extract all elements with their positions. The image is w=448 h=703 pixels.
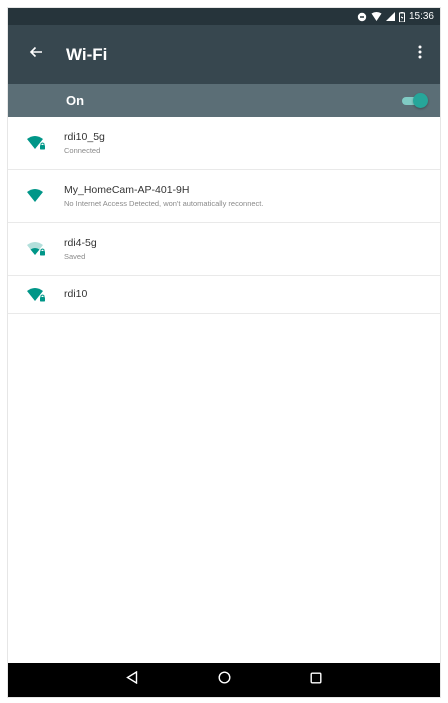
- network-name: My_HomeCam-AP-401-9H: [64, 183, 190, 196]
- network-name: rdi10: [64, 288, 88, 300]
- network-item[interactable]: rdi10: [8, 276, 440, 314]
- network-list: rdi10_5g Connected My_HomeCam-AP-401-9H …: [8, 117, 440, 314]
- wifi-full-icon: [8, 188, 64, 204]
- sync-icon: [357, 12, 367, 22]
- back-button[interactable]: [8, 25, 64, 84]
- status-bar: 15:36: [8, 8, 440, 25]
- network-status: Connected: [64, 145, 101, 155]
- network-status: Saved: [64, 251, 86, 261]
- wifi-signal-icon: [371, 11, 382, 22]
- network-item[interactable]: My_HomeCam-AP-401-9H No Internet Access …: [8, 170, 440, 223]
- network-item[interactable]: rdi10_5g Connected: [8, 117, 440, 170]
- nav-back-button[interactable]: [86, 663, 178, 697]
- wifi-master-switch-bar[interactable]: On: [8, 84, 440, 117]
- cell-signal-icon: [385, 11, 395, 22]
- network-name: rdi4-5g: [64, 236, 97, 249]
- nav-home-button[interactable]: [178, 663, 270, 697]
- app-bar: Wi-Fi: [8, 25, 440, 84]
- arrow-back-icon: [29, 45, 43, 64]
- wifi-weak-lock-icon: [8, 241, 64, 257]
- back-triangle-icon: [126, 670, 138, 689]
- battery-icon: [398, 11, 405, 22]
- network-name: rdi10_5g: [64, 130, 105, 143]
- toggle-thumb: [413, 93, 428, 108]
- navigation-bar: [8, 663, 440, 697]
- more-vert-icon: [418, 45, 422, 64]
- switch-label: On: [66, 93, 85, 108]
- wifi-lock-icon: [8, 287, 64, 303]
- wifi-settings-screen: 15:36 Wi-Fi On rdi10_5g Connected My_Hom…: [8, 8, 440, 697]
- wifi-lock-icon: [8, 135, 64, 151]
- recents-square-icon: [310, 671, 322, 689]
- more-options-button[interactable]: [408, 39, 432, 69]
- home-circle-icon: [217, 671, 231, 689]
- page-title: Wi-Fi: [66, 44, 108, 64]
- nav-recents-button[interactable]: [270, 663, 362, 697]
- wifi-toggle[interactable]: [400, 93, 428, 109]
- network-status: No Internet Access Detected, won't autom…: [64, 198, 264, 208]
- status-time: 15:36: [408, 11, 434, 22]
- network-item[interactable]: rdi4-5g Saved: [8, 223, 440, 276]
